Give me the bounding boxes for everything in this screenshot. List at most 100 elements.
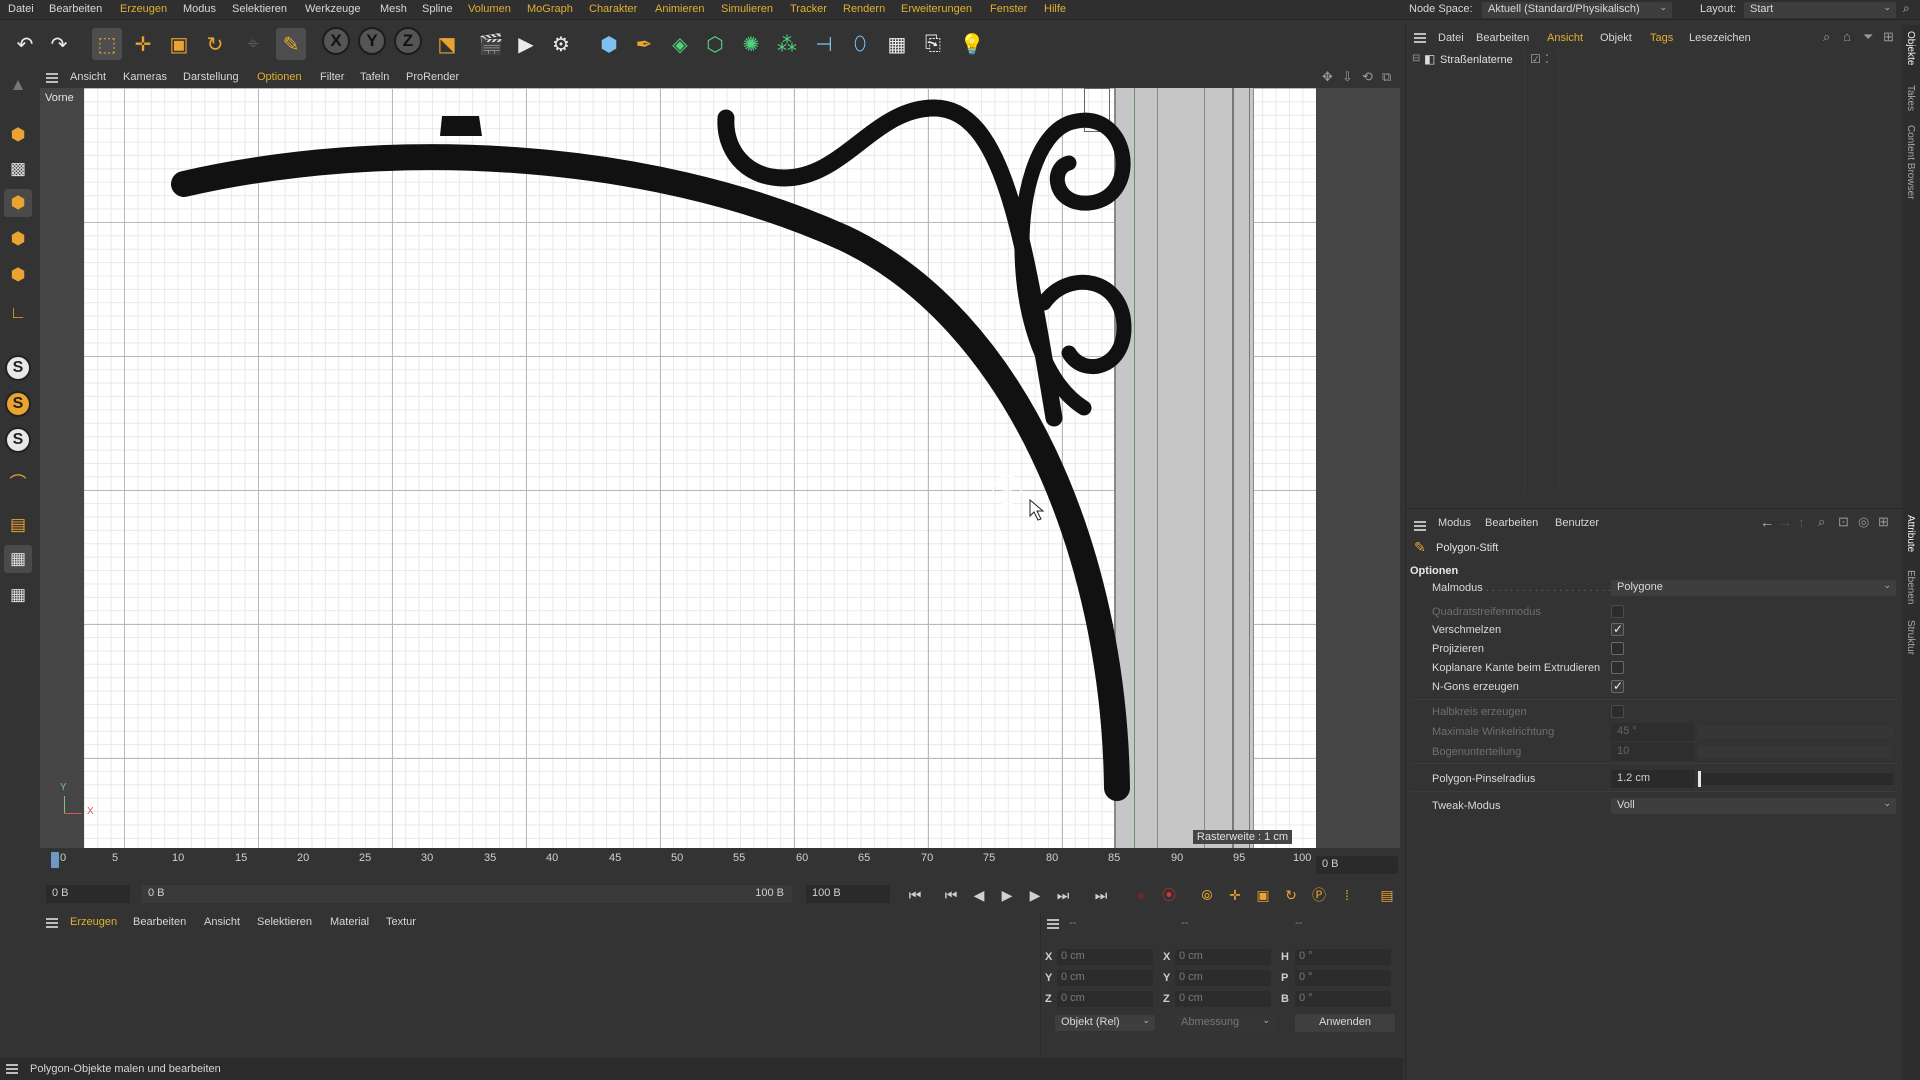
magnet-icon[interactable]: ⌒: [4, 467, 32, 495]
current-frame-field[interactable]: 0 B: [1316, 856, 1398, 874]
menu-animieren[interactable]: Animieren: [655, 3, 705, 15]
axis-z-button[interactable]: Z: [394, 27, 422, 55]
size-y-field[interactable]: 0 cm: [1175, 970, 1271, 986]
filter-icon[interactable]: ⏷: [1863, 29, 1873, 45]
field-icon[interactable]: ⬯: [845, 28, 875, 60]
axis-mode-icon[interactable]: ∟: [4, 299, 32, 327]
size-x-field[interactable]: 0 cm: [1175, 949, 1271, 965]
snap-icon[interactable]: S: [5, 355, 31, 381]
viewport-menu-prorender[interactable]: ProRender: [406, 71, 459, 83]
rot-h-field[interactable]: 0 °: [1295, 949, 1391, 965]
pinsel-slider[interactable]: [1698, 773, 1893, 785]
hamburger-icon[interactable]: [46, 918, 58, 928]
menu-tracker[interactable]: Tracker: [790, 3, 827, 15]
goto-end-icon[interactable]: ⏭: [1090, 884, 1112, 906]
size-mode-select[interactable]: Abmessung ⌄: [1175, 1015, 1275, 1031]
tab-takes[interactable]: Takes: [1905, 85, 1916, 111]
undo-icon[interactable]: ↶: [10, 28, 40, 60]
menu-werkzeuge[interactable]: Werkzeuge: [305, 3, 360, 15]
object-menu-lesezeichen[interactable]: Lesezeichen: [1689, 32, 1751, 44]
search-icon[interactable]: ⌕: [1818, 514, 1825, 530]
layout-select[interactable]: Start ⌄: [1744, 2, 1896, 18]
selection-tool-icon[interactable]: ⬚: [92, 28, 122, 60]
key-position-icon[interactable]: ✛: [1224, 884, 1246, 906]
viewport-menu-optionen[interactable]: Optionen: [257, 71, 302, 83]
start-frame-field[interactable]: 0 B: [46, 885, 130, 903]
front-view-canvas[interactable]: Rasterweite : 1 cm: [84, 88, 1316, 848]
move-tool-icon[interactable]: ✛: [128, 28, 158, 60]
koplanare-kante-checkbox[interactable]: [1611, 661, 1624, 674]
mograph-icon[interactable]: ⁂: [772, 28, 802, 60]
coord-z-position-field[interactable]: 0 cm: [1057, 991, 1153, 1007]
coord-y-position-field[interactable]: 0 cm: [1057, 970, 1153, 986]
pan-view-icon[interactable]: ⇩: [1342, 69, 1353, 85]
placeholder-tool-icon[interactable]: ⌖: [238, 28, 268, 60]
material-menu-bearbeiten[interactable]: Bearbeiten: [133, 916, 186, 928]
prev-key-icon[interactable]: ⏮: [940, 884, 962, 906]
points-mode-icon[interactable]: ⬢: [4, 189, 32, 217]
axis-y-button[interactable]: Y: [358, 27, 386, 55]
snap-settings-icon[interactable]: S: [5, 391, 31, 417]
floor-icon[interactable]: ▦: [882, 28, 912, 60]
hamburger-icon[interactable]: [6, 1064, 18, 1074]
camera-icon[interactable]: ⎘: [918, 28, 948, 60]
record-keys-icon[interactable]: ●: [1130, 884, 1152, 906]
search-icon[interactable]: ⌕: [1823, 29, 1830, 45]
material-menu-selektieren[interactable]: Selektieren: [257, 916, 312, 928]
tab-objekte[interactable]: Objekte: [1905, 31, 1916, 65]
workplane-icon[interactable]: ▤: [4, 511, 32, 539]
material-menu-ansicht[interactable]: Ansicht: [204, 916, 240, 928]
ngons-checkbox[interactable]: [1611, 679, 1624, 693]
edges-mode-icon[interactable]: ⬢: [4, 225, 32, 253]
verschmelzen-checkbox[interactable]: [1611, 622, 1624, 636]
search-icon[interactable]: ⌕: [1903, 1, 1910, 16]
tab-struktur[interactable]: Struktur: [1905, 620, 1916, 655]
material-menu-textur[interactable]: Textur: [386, 916, 416, 928]
list-item[interactable]: ⊟ ◧ Straßenlaterne ☑ ⁚: [1406, 51, 1903, 69]
autokey-icon[interactable]: ⦿: [1158, 884, 1180, 906]
new-window-icon[interactable]: ⊞: [1878, 514, 1889, 530]
projizieren-checkbox[interactable]: [1611, 642, 1624, 655]
viewport-menu-kameras[interactable]: Kameras: [123, 71, 167, 83]
back-arrow-icon[interactable]: ←: [1760, 514, 1774, 530]
polygons-mode-icon[interactable]: ⬢: [4, 261, 32, 289]
object-mode-icon[interactable]: ⬢: [4, 121, 32, 149]
generator-icon[interactable]: ⬡: [700, 28, 730, 60]
key-scale-icon[interactable]: ▣: [1252, 884, 1274, 906]
tab-content-browser[interactable]: Content Browser: [1905, 125, 1916, 199]
menu-erzeugen[interactable]: Erzeugen: [120, 3, 167, 15]
viewport-menu-tafeln[interactable]: Tafeln: [360, 71, 389, 83]
redo-icon[interactable]: ↷: [44, 28, 74, 60]
polygon-pen-tool-icon[interactable]: ✎: [276, 28, 306, 60]
coord-x-position-field[interactable]: 0 cm: [1057, 949, 1153, 965]
menu-hilfe[interactable]: Hilfe: [1044, 3, 1066, 15]
prev-frame-icon[interactable]: ◀: [968, 884, 990, 906]
attr-menu-benutzer[interactable]: Benutzer: [1555, 517, 1599, 529]
maximize-view-icon[interactable]: ⧉: [1382, 69, 1391, 85]
menu-volumen[interactable]: Volumen: [468, 3, 511, 15]
workplane-snap-icon[interactable]: S: [5, 427, 31, 453]
object-menu-datei[interactable]: Datei: [1438, 32, 1464, 44]
viewport-menu-filter[interactable]: Filter: [320, 71, 344, 83]
rotate-view-icon[interactable]: ⟲: [1362, 69, 1373, 85]
timeline-window-icon[interactable]: ▤: [1376, 884, 1398, 906]
lock-icon[interactable]: ⊡: [1838, 514, 1849, 530]
hamburger-icon[interactable]: [46, 73, 58, 83]
key-pla-icon[interactable]: ⁞: [1336, 884, 1358, 906]
lock-icon[interactable]: ▦: [4, 581, 32, 609]
material-manager-area[interactable]: [40, 935, 1035, 1055]
hamburger-icon[interactable]: [1047, 919, 1059, 929]
object-menu-bearbeiten[interactable]: Bearbeiten: [1476, 32, 1529, 44]
hamburger-icon[interactable]: [1414, 33, 1426, 43]
menu-charakter[interactable]: Charakter: [589, 3, 637, 15]
cube-icon[interactable]: ⬢: [594, 28, 624, 60]
menu-rendern[interactable]: Rendern: [843, 3, 885, 15]
key-rotation-icon[interactable]: ↻: [1280, 884, 1302, 906]
object-menu-ansicht[interactable]: Ansicht: [1547, 32, 1583, 44]
menu-datei[interactable]: Datei: [8, 3, 34, 15]
texture-mode-icon[interactable]: ▩: [4, 155, 32, 183]
menu-modus[interactable]: Modus: [183, 3, 216, 15]
menu-erweiterungen[interactable]: Erweiterungen: [901, 3, 972, 15]
material-menu-material[interactable]: Material: [330, 916, 369, 928]
size-z-field[interactable]: 0 cm: [1175, 991, 1271, 1007]
